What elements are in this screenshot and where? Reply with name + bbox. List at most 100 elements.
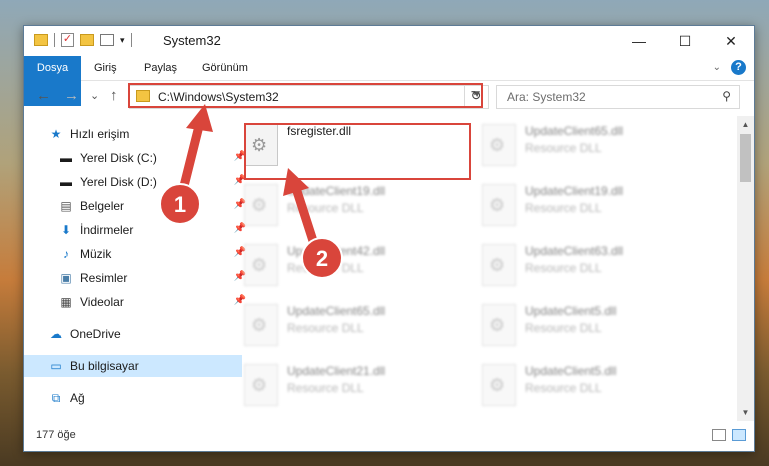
file-type: Resource DLL [287, 321, 364, 335]
file-item[interactable]: UpdateClient19.dll Resource DLL [239, 180, 464, 230]
file-type: Resource DLL [287, 261, 364, 275]
sidebar-item-this-pc[interactable]: ▭ Bu bilgisayar [24, 355, 242, 377]
file-type: Resource DLL [525, 261, 602, 275]
scroll-thumb[interactable] [740, 134, 751, 182]
expand-ribbon-icon[interactable]: ⌄ [713, 62, 721, 73]
sidebar-item-label: Yerel Disk (C:) [80, 151, 157, 165]
file-item[interactable]: UpdateClient21.dll Resource DLL [239, 360, 464, 410]
item-count: 177 öğe [36, 429, 76, 441]
properties-icon[interactable] [100, 34, 114, 46]
network-icon: ⧉ [51, 390, 61, 405]
search-placeholder: Ara: System32 [507, 90, 586, 104]
dll-file-icon [244, 184, 278, 226]
sidebar-item-label: Yerel Disk (D:) [80, 175, 157, 189]
file-type: Resource DLL [287, 201, 364, 215]
sidebar-item-quick-access[interactable]: ★ Hızlı erişim [24, 123, 242, 145]
drive-icon: ▬ [60, 151, 72, 165]
sidebar-item-pictures[interactable]: ▣ Resimler 📌 [24, 267, 252, 289]
sidebar-item-label: Belgeler [80, 199, 125, 213]
up-button[interactable]: ↑ [110, 87, 118, 104]
file-item[interactable]: UpdateClient5.dll Resource DLL [477, 300, 702, 350]
file-item[interactable]: UpdateClient65.dll Resource DLL [477, 120, 702, 170]
dll-file-icon [244, 244, 278, 286]
file-item[interactable]: UpdateClient19.dll Resource DLL [477, 180, 702, 230]
sidebar-item-label: Resimler [80, 271, 128, 285]
search-box[interactable]: Ara: System32 ⚲ [496, 85, 740, 109]
tab-view[interactable]: Görünüm [202, 56, 248, 80]
sidebar-item-label: Hızlı erişim [70, 127, 130, 141]
search-icon[interactable]: ⚲ [722, 89, 731, 103]
sidebar-item-downloads[interactable]: ⬇ İndirmeler 📌 [24, 219, 252, 241]
close-button[interactable]: ✕ [708, 26, 754, 56]
computer-icon: ▭ [50, 359, 62, 373]
help-button[interactable]: ? [731, 60, 746, 75]
file-type: Resource DLL [287, 381, 364, 395]
file-name: UpdateClient19.dll [525, 184, 624, 198]
document-icon: ▤ [60, 199, 72, 213]
sidebar-item-onedrive[interactable]: ☁ OneDrive [24, 323, 242, 345]
download-icon: ⬇ [60, 223, 72, 237]
file-item[interactable]: UpdateClient5.dll Resource DLL [477, 360, 702, 410]
caption-buttons: — ☐ ✕ [616, 26, 754, 56]
minimize-button[interactable]: — [616, 26, 662, 56]
window-title: System32 [163, 33, 221, 48]
file-item[interactable]: UpdateClient42.dll Resource DLL [239, 240, 464, 290]
dll-file-icon [482, 364, 516, 406]
tab-home[interactable]: Giriş [94, 56, 117, 80]
ribbon-controls: ⌄ ? [713, 60, 746, 75]
sidebar-item-label: Bu bilgisayar [70, 359, 139, 373]
back-button[interactable]: ← [36, 87, 51, 104]
toolbar-divider [54, 33, 55, 47]
sidebar-item-label: Videolar [80, 295, 124, 309]
sidebar-item-music[interactable]: ♪ Müzik 📌 [24, 243, 252, 265]
large-icons-view-icon[interactable] [732, 429, 746, 441]
file-name: UpdateClient63.dll [525, 244, 624, 258]
explorer-window: ✓ ▾ System32 — ☐ ✕ Dosya Giriş Paylaş Gö… [23, 25, 755, 452]
navigation-pane: ★ Hızlı erişim ▬ Yerel Disk (C:) 📌 ▬ Yer… [24, 116, 246, 421]
sidebar-item-label: İndirmeler [80, 223, 134, 237]
qat-dropdown-icon[interactable]: ▾ [120, 35, 125, 46]
file-item[interactable]: UpdateClient65.dll Resource DLL [239, 300, 464, 350]
quick-access-toolbar: ✓ ▾ [34, 33, 132, 47]
dll-file-icon [482, 304, 516, 346]
sidebar-item-videos[interactable]: ▦ Videolar 📌 [24, 291, 252, 313]
sidebar-item-label: Ağ [70, 391, 85, 405]
folder-icon[interactable] [34, 34, 48, 46]
file-name: UpdateClient42.dll [287, 244, 386, 258]
file-item[interactable]: UpdateClient63.dll Resource DLL [477, 240, 702, 290]
star-icon: ★ [50, 127, 62, 141]
details-view-icon[interactable] [712, 429, 726, 441]
toolbar-divider [130, 33, 132, 47]
dll-file-icon [244, 304, 278, 346]
video-film-icon: ▦ [60, 295, 72, 309]
recent-locations-button[interactable]: ⌄ [90, 89, 99, 102]
sidebar-item-network[interactable]: ⧉ Ağ [24, 387, 242, 409]
sidebar-item-local-disk-c[interactable]: ▬ Yerel Disk (C:) 📌 [24, 147, 252, 169]
file-name: UpdateClient65.dll [287, 304, 386, 318]
dll-file-icon [482, 124, 516, 166]
forward-button[interactable]: → [64, 87, 79, 104]
dll-file-icon [244, 364, 278, 406]
vertical-scrollbar[interactable]: ▲ ▼ [737, 116, 754, 421]
scroll-down-icon[interactable]: ▼ [737, 404, 754, 421]
new-folder-icon[interactable] [80, 34, 94, 46]
properties-check-icon[interactable]: ✓ [61, 33, 74, 47]
scroll-up-icon[interactable]: ▲ [737, 116, 754, 133]
cloud-icon: ☁ [50, 327, 62, 341]
file-type: Resource DLL [525, 141, 602, 155]
file-name: UpdateClient5.dll [525, 304, 617, 318]
dll-file-icon [482, 244, 516, 286]
sidebar-item-label: OneDrive [70, 327, 121, 341]
tab-share[interactable]: Paylaş [144, 56, 177, 80]
music-note-icon: ♪ [63, 247, 69, 261]
file-name: UpdateClient5.dll [525, 364, 617, 378]
sidebar-item-local-disk-d[interactable]: ▬ Yerel Disk (D:) 📌 [24, 171, 252, 193]
file-name: UpdateClient65.dll [525, 124, 624, 138]
drive-icon: ▬ [60, 175, 72, 189]
title-bar: ✓ ▾ System32 — ☐ ✕ [24, 26, 754, 56]
file-highlight-box [244, 123, 471, 180]
sidebar-item-label: Müzik [80, 247, 112, 261]
maximize-button[interactable]: ☐ [662, 26, 708, 56]
sidebar-item-documents[interactable]: ▤ Belgeler 📌 [24, 195, 252, 217]
address-highlight-box [128, 83, 483, 108]
